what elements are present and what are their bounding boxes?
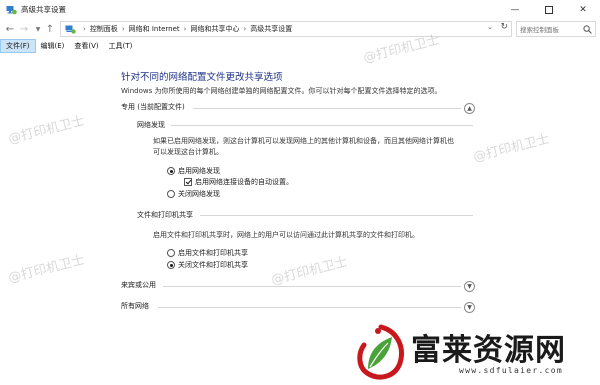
radio-unselected[interactable]: [167, 249, 175, 257]
profile-private-header[interactable]: 专用 (当前配置文件): [121, 102, 185, 114]
checkbox-checked[interactable]: [184, 178, 192, 186]
file-printer-sharing-heading: 文件和打印机共享: [137, 211, 193, 219]
chevron-right-icon: ›: [83, 25, 86, 33]
menu-view[interactable]: 查看(V): [69, 39, 103, 53]
radio-label: 关闭网络发现: [178, 190, 220, 198]
collapse-private-button[interactable]: ▲: [464, 103, 475, 114]
checkbox-label: 启用网络连接设备的自动设置。: [195, 178, 293, 186]
network-discovery-desc-2: 可以发现这台计算机。: [153, 148, 223, 156]
brand-watermark: 富莱资源网 www.sdfulaier.com: [354, 321, 600, 385]
radio-selected[interactable]: [167, 167, 175, 175]
network-discovery-desc-1: 如果已启用网络发现，则这台计算机可以发现网络上的其他计算机和设备，而且其他网络计…: [153, 137, 454, 145]
chevron-down-icon: ▼: [467, 282, 472, 290]
expand-guest-public-button[interactable]: ▼: [464, 281, 475, 292]
expand-all-networks-button[interactable]: ▼: [464, 302, 475, 313]
chevron-right-icon: ›: [243, 25, 247, 33]
arrow-up-icon: ↑: [45, 23, 55, 35]
chevron-down-icon: ▼: [35, 25, 41, 33]
address-dropdown-icon[interactable]: ⌄: [487, 23, 493, 31]
radio-selected[interactable]: [167, 261, 175, 269]
address-bar: ← → ▼ ↑ › 控制面板 › 网络和 Internet › 网络和共享中心 …: [0, 19, 600, 39]
close-icon: ✕: [579, 4, 587, 15]
back-button[interactable]: ←: [4, 23, 16, 35]
page-description: Windows 为你所使用的每个网络创建单独的网络配置文件。你可以针对每个配置文…: [121, 87, 442, 95]
menu-bar: 文件(F) 编辑(E) 查看(V) 工具(T): [0, 39, 600, 53]
breadcrumb-advanced-sharing[interactable]: 高级共享设置: [250, 24, 292, 34]
page-title: 针对不同的网络配置文件更改共享选项: [121, 72, 283, 83]
menu-file[interactable]: 文件(F): [0, 39, 36, 53]
chevron-right-icon: ›: [121, 25, 125, 33]
title-bar: 高级共享设置 — ✕: [0, 0, 600, 19]
refresh-icon[interactable]: ↻: [500, 22, 508, 32]
checkbox-auto-setup[interactable]: 启用网络连接设备的自动设置。: [184, 177, 293, 187]
divider: [200, 215, 473, 216]
radio-unselected[interactable]: [167, 190, 175, 198]
divider: [158, 307, 461, 308]
breadcrumb-control-panel[interactable]: 控制面板: [90, 24, 118, 34]
profile-all-networks-header[interactable]: 所有网络: [121, 301, 149, 313]
chevron-up-icon: ▲: [467, 104, 472, 112]
divider: [171, 125, 473, 126]
chevron-right-icon: ›: [183, 25, 187, 33]
divider: [193, 108, 461, 109]
address-box[interactable]: › 控制面板 › 网络和 Internet › 网络和共享中心 › 高级共享设置…: [60, 21, 512, 37]
radio-label: 启用文件和打印机共享: [178, 249, 248, 257]
search-icon: [583, 25, 592, 34]
window-title: 高级共享设置: [21, 5, 66, 14]
menu-tools[interactable]: 工具(T): [104, 39, 138, 53]
recent-locations-button[interactable]: ▼: [32, 23, 44, 35]
forward-button[interactable]: →: [18, 23, 30, 35]
breadcrumb: › 控制面板 › 网络和 Internet › 网络和共享中心 › 高级共享设置: [79, 24, 292, 34]
minimize-icon: —: [510, 4, 520, 15]
brand-name: 富莱资源网: [411, 333, 566, 368]
file-printer-sharing-desc: 启用文件和打印机共享时，网络上的用户可以访问通过此计算机共享的文件和打印机。: [153, 231, 419, 239]
profile-guest-public-header[interactable]: 来宾或公用: [121, 280, 156, 292]
network-discovery-heading: 网络发现: [137, 121, 165, 129]
maximize-button[interactable]: [532, 0, 566, 19]
radio-label: 关闭文件和打印机共享: [178, 261, 248, 269]
maximize-icon: [545, 5, 553, 14]
divider: [163, 286, 461, 287]
up-button[interactable]: ↑: [44, 23, 56, 35]
arrow-right-icon: →: [19, 23, 29, 35]
radio-label: 启用网络发现: [178, 167, 220, 175]
breadcrumb-network-sharing-center[interactable]: 网络和共享中心: [190, 24, 239, 34]
arrow-left-icon: ←: [5, 23, 15, 35]
search-input[interactable]: [520, 24, 580, 35]
chevron-down-icon: ▼: [467, 303, 472, 311]
control-panel-icon: [65, 25, 76, 34]
minimize-button[interactable]: —: [498, 0, 532, 19]
network-settings-icon: [6, 6, 17, 15]
radio-file-sharing-off[interactable]: 关闭文件和打印机共享: [167, 260, 248, 270]
radio-network-discovery-off[interactable]: 关闭网络发现: [167, 189, 220, 199]
menu-edit[interactable]: 编辑(E): [36, 39, 70, 53]
search-box[interactable]: [516, 21, 596, 37]
radio-network-discovery-on[interactable]: 启用网络发现: [167, 166, 220, 176]
leaf-logo-icon: [357, 324, 404, 380]
close-button[interactable]: ✕: [566, 0, 600, 19]
brand-url: www.sdfulaier.com: [459, 366, 563, 375]
radio-file-sharing-on[interactable]: 启用文件和打印机共享: [167, 248, 248, 258]
breadcrumb-network-internet[interactable]: 网络和 Internet: [129, 24, 180, 34]
